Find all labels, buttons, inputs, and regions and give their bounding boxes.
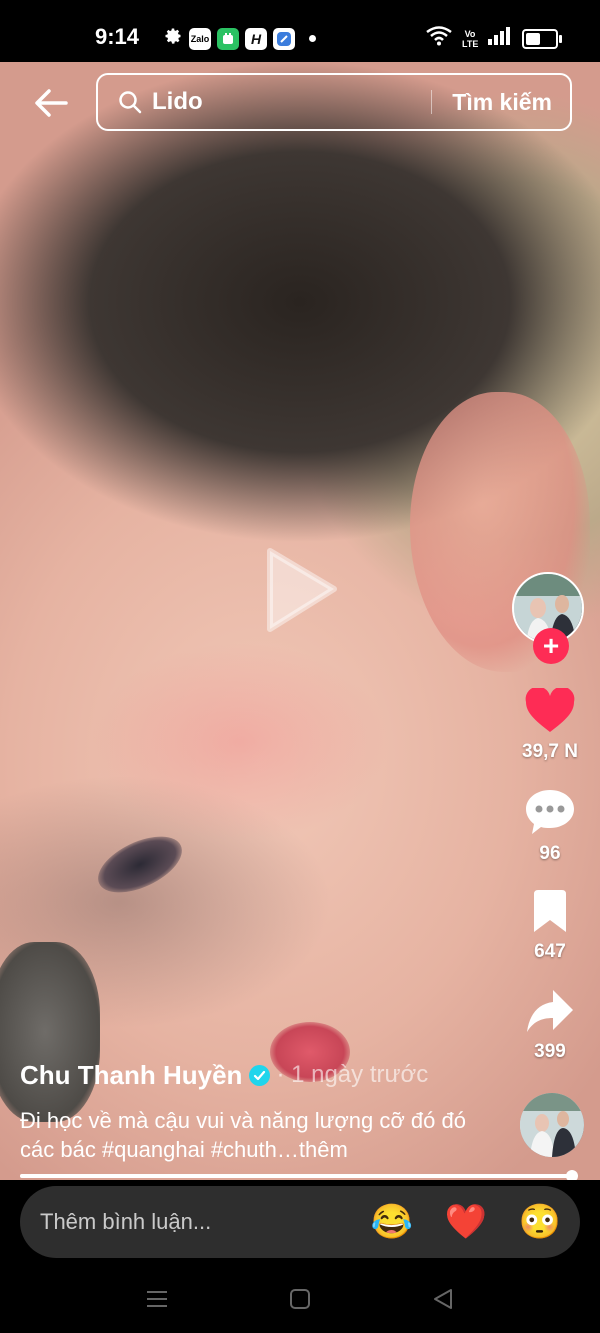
system-nav-bar [0, 1268, 600, 1333]
wifi-icon [426, 26, 452, 51]
status-bar: 9:14 Zalo H Vo LTE [0, 0, 600, 62]
volte-icon: Vo LTE [462, 28, 479, 49]
post-caption[interactable]: Đi học về mà cậu vui và năng lượng cỡ đó… [20, 1106, 490, 1164]
share-count: 399 [534, 1041, 566, 1062]
system-icons: Vo LTE [426, 26, 562, 51]
verified-icon [249, 1064, 271, 1086]
more-notifications-dot [309, 35, 316, 42]
search-submit-button[interactable]: Tìm kiếm [432, 89, 570, 116]
app-icon [217, 27, 239, 50]
back-nav-button[interactable] [428, 1284, 458, 1314]
like-button[interactable]: 39,7 N [508, 686, 592, 763]
notification-icons: Zalo H [163, 26, 316, 51]
play-icon [267, 548, 337, 632]
search-input[interactable]: Lido [152, 88, 431, 116]
comment-count: 96 [539, 843, 561, 864]
share-button[interactable]: 399 [508, 988, 592, 1063]
home-square-icon [290, 1289, 310, 1309]
creator-avatar-group: + [512, 572, 586, 664]
battery-icon [522, 28, 562, 49]
comment-input[interactable]: Thêm bình luận... 😂 ❤️ 😳 [20, 1186, 580, 1258]
search-header: Lido Tìm kiếm [0, 70, 600, 136]
video-frame-region [89, 825, 191, 904]
signal-icon [488, 27, 512, 50]
plus-icon: + [542, 630, 560, 661]
menu-nav-button[interactable] [142, 1284, 172, 1314]
h-app-icon: H [245, 27, 267, 50]
video-progress-fill [20, 1174, 572, 1178]
save-button[interactable]: 647 [508, 888, 592, 963]
music-disc-icon[interactable] [520, 1093, 584, 1157]
home-nav-button[interactable] [285, 1284, 315, 1314]
back-arrow-icon [35, 89, 68, 117]
follow-button[interactable]: + [533, 628, 569, 664]
bookmark-icon [534, 890, 566, 932]
search-bar[interactable]: Lido Tìm kiếm [96, 73, 572, 131]
laughing-emoji-button[interactable]: 😂 [370, 1200, 414, 1244]
browser-icon [273, 27, 295, 50]
settings-icon [163, 26, 183, 51]
flushed-emoji-button[interactable]: 😳 [518, 1200, 562, 1244]
zalo-icon: Zalo [189, 27, 211, 50]
user-row: Chu Thanh Huyền · 1 ngày trước [20, 1058, 500, 1092]
menu-icon [147, 1291, 167, 1307]
status-time: 9:14 [95, 24, 140, 49]
play-button[interactable] [262, 545, 342, 635]
comment-button[interactable]: 96 [508, 788, 592, 865]
comment-bar: Thêm bình luận... 😂 ❤️ 😳 [0, 1180, 600, 1268]
post-time: · 1 ngày trước [276, 1061, 429, 1088]
music-disc-image [520, 1093, 584, 1157]
video-frame-region [90, 642, 390, 842]
share-arrow-icon [527, 990, 573, 1032]
comment-placeholder: Thêm bình luận... [40, 1209, 212, 1234]
battery-level [526, 32, 541, 45]
comment-icon [526, 790, 574, 834]
search-icon [118, 89, 144, 115]
back-button[interactable] [28, 83, 74, 123]
username[interactable]: Chu Thanh Huyền [20, 1060, 242, 1091]
heart-icon [525, 686, 575, 732]
post-info: Chu Thanh Huyền · 1 ngày trước Đi học về… [20, 1058, 500, 1164]
heart-emoji-button[interactable]: ❤️ [444, 1200, 488, 1244]
video-progress-bar[interactable] [20, 1170, 578, 1182]
back-triangle-icon [434, 1289, 452, 1309]
save-count: 647 [534, 941, 566, 962]
like-count: 39,7 N [522, 741, 578, 762]
